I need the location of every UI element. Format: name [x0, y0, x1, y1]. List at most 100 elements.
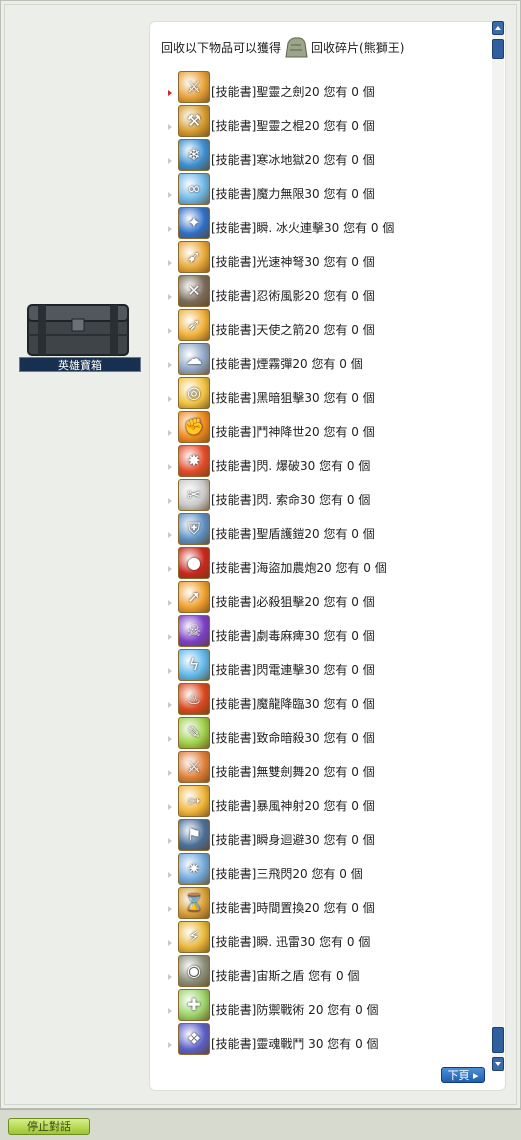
end-chat-button[interactable]: 停止對話	[8, 1118, 90, 1135]
bullet-icon	[168, 260, 172, 266]
shadow-skill-icon: ✕	[178, 275, 210, 307]
list-item[interactable]: ❄ [技能書]寒冰地獄20 您有 0 個	[159, 137, 479, 171]
list-item[interactable]: ✂ [技能書]閃. 索命30 您有 0 個	[159, 477, 479, 511]
scroll-down-button[interactable]	[492, 1057, 504, 1071]
list-item[interactable]: ⚔ [技能書]聖靈之劍20 您有 0 個	[159, 69, 479, 103]
list-item[interactable]: ⚒ [技能書]聖靈之棍20 您有 0 個	[159, 103, 479, 137]
list-item[interactable]: ● [技能書]海盜加農炮20 您有 0 個	[159, 545, 479, 579]
list-item[interactable]: ⚔ [技能書]無雙劍舞20 您有 0 個	[159, 749, 479, 783]
list-item[interactable]: ⚡ [技能書]瞬. 迅雷30 您有 0 個	[159, 919, 479, 953]
lightning-skill-icon: ϟ	[178, 649, 210, 681]
dialog-text-panel: 回收以下物品可以獲得 回收碎片(熊獅王) ⚔ [技能書]聖靈之劍20 您有 0 個…	[149, 21, 506, 1091]
time-skill-icon: ⌛	[178, 887, 210, 919]
bullet-icon	[168, 770, 172, 776]
dialog-header: 回收以下物品可以獲得 回收碎片(熊獅王)	[161, 35, 404, 59]
item-label: [技能書]聖靈之劍20 您有 0 個	[211, 85, 375, 99]
bullet-icon	[168, 566, 172, 572]
list-item[interactable]: ⚑ [技能書]瞬身迴避30 您有 0 個	[159, 817, 479, 851]
item-label: [技能書]防禦戰術 20 您有 0 個	[211, 1003, 379, 1017]
item-label: [技能書]光速神弩30 您有 0 個	[211, 255, 375, 269]
recycle-fragment-icon	[285, 37, 308, 58]
item-label: [技能書]聖靈之棍20 您有 0 個	[211, 119, 375, 133]
item-list: ⚔ [技能書]聖靈之劍20 您有 0 個 ⚒ [技能書]聖靈之棍20 您有 0 個 ❄[…	[159, 69, 479, 1055]
bullet-icon	[168, 668, 172, 674]
item-label: [技能書]無雙劍舞20 您有 0 個	[211, 765, 375, 779]
list-item[interactable]: ⌛ [技能書]時間置換20 您有 0 個	[159, 885, 479, 919]
list-item[interactable]: ➳ [技能書]暴風神射20 您有 0 個	[159, 783, 479, 817]
bullet-icon	[168, 192, 172, 198]
infinity-skill-icon: ∞	[178, 173, 210, 205]
list-item[interactable]: ✚ [技能書]防禦戰術 20 您有 0 個	[159, 987, 479, 1021]
bullet-icon	[168, 362, 172, 368]
item-label: [技能書]瞬. 冰火連擊30 您有 0 個	[211, 221, 395, 235]
item-label: [技能書]天使之箭20 您有 0 個	[211, 323, 375, 337]
bullet-icon	[168, 430, 172, 436]
scroll-thumb-lower[interactable]	[492, 1027, 504, 1053]
list-item[interactable]: ✊ [技能書]鬥神降世20 您有 0 個	[159, 409, 479, 443]
list-item[interactable]: ☁ [技能書]煙霧彈20 您有 0 個	[159, 341, 479, 375]
explosion-skill-icon: ✸	[178, 445, 210, 477]
bullet-icon	[168, 940, 172, 946]
list-item[interactable]: ◎ [技能書]黑暗狙擊30 您有 0 個	[159, 375, 479, 409]
item-label: [技能書]宙斯之盾 您有 0 個	[211, 969, 360, 983]
holy-shield-skill-icon: ⛨	[178, 513, 210, 545]
list-item[interactable]: ➶ [技能書]天使之箭20 您有 0 個	[159, 307, 479, 341]
bullet-icon	[168, 532, 172, 538]
item-label: [技能書]黑暗狙擊30 您有 0 個	[211, 391, 375, 405]
scroll-up-button[interactable]	[492, 21, 504, 35]
ice-skill-icon: ❄	[178, 139, 210, 171]
list-item[interactable]: ✎ [技能書]致命暗殺30 您有 0 個	[159, 715, 479, 749]
bullet-icon	[168, 464, 172, 470]
item-label: [技能書]寒冰地獄20 您有 0 個	[211, 153, 375, 167]
item-label: [技能書]煙霧彈20 您有 0 個	[211, 357, 363, 371]
list-item[interactable]: ✦ [技能書]瞬. 冰火連擊30 您有 0 個	[159, 205, 479, 239]
list-item[interactable]: ✕ [技能書]忍術風影20 您有 0 個	[159, 273, 479, 307]
bullet-icon	[168, 226, 172, 232]
item-label: [技能書]暴風神射20 您有 0 個	[211, 799, 375, 813]
bullet-icon	[168, 804, 172, 810]
item-label: [技能書]鬥神降世20 您有 0 個	[211, 425, 375, 439]
treasure-chest-icon	[27, 304, 129, 356]
list-item[interactable]: ✸ [技能書]閃. 爆破30 您有 0 個	[159, 443, 479, 477]
list-item[interactable]: ⛨ [技能書]聖盾護鎧20 您有 0 個	[159, 511, 479, 545]
scroll-thumb[interactable]	[492, 39, 504, 59]
list-item[interactable]: ◉ [技能書]宙斯之盾 您有 0 個	[159, 953, 479, 987]
header-prefix-text: 回收以下物品可以獲得	[161, 40, 282, 55]
bullet-icon	[168, 872, 172, 878]
list-item[interactable]: ➹ [技能書]光速神弩30 您有 0 個	[159, 239, 479, 273]
bullet-icon	[168, 498, 172, 504]
bullet-icon	[168, 396, 172, 402]
bullet-icon	[168, 906, 172, 912]
cannon-skill-icon: ●	[178, 547, 210, 579]
smoke-bomb-skill-icon: ☁	[178, 343, 210, 375]
list-item[interactable]: ∞ [技能書]魔力無限30 您有 0 個	[159, 171, 479, 205]
storm-shot-skill-icon: ➳	[178, 785, 210, 817]
scrollbar[interactable]	[492, 21, 504, 1071]
thunder-skill-icon: ⚡	[178, 921, 210, 953]
item-label: [技能書]瞬身迴避30 您有 0 個	[211, 833, 375, 847]
header-suffix-text: 回收碎片(熊獅王)	[311, 40, 405, 55]
list-item[interactable]: ☠ [技能書]劇毒麻痺30 您有 0 個	[159, 613, 479, 647]
item-label: [技能書]閃電連擊30 您有 0 個	[211, 663, 375, 677]
item-label: [技能書]靈魂戰鬥 30 您有 0 個	[211, 1037, 379, 1051]
list-item[interactable]: ➚ [技能書]必殺狙擊20 您有 0 個	[159, 579, 479, 613]
npc-name-label: 英雄寶箱	[19, 357, 141, 372]
bullet-icon	[168, 600, 172, 606]
item-label: [技能書]必殺狙擊20 您有 0 個	[211, 595, 375, 609]
evade-skill-icon: ⚑	[178, 819, 210, 851]
crossbow-skill-icon: ➹	[178, 241, 210, 273]
list-item[interactable]: ❖ [技能書]靈魂戰鬥 30 您有 0 個	[159, 1021, 479, 1055]
poison-skill-icon: ☠	[178, 615, 210, 647]
sword-dance-skill-icon: ⚔	[178, 751, 210, 783]
item-label: [技能書]魔力無限30 您有 0 個	[211, 187, 375, 201]
fire-ice-skill-icon: ✦	[178, 207, 210, 239]
mace-skill-icon: ⚒	[178, 105, 210, 137]
snipe-skill-icon: ➚	[178, 581, 210, 613]
item-label: [技能書]瞬. 迅雷30 您有 0 個	[211, 935, 371, 949]
list-item[interactable]: ✷ [技能書]三飛閃20 您有 0 個	[159, 851, 479, 885]
bullet-icon	[168, 838, 172, 844]
list-item[interactable]: ♨ [技能書]魔龍降臨30 您有 0 個	[159, 681, 479, 715]
item-label: [技能書]忍術風影20 您有 0 個	[211, 289, 375, 303]
list-item[interactable]: ϟ [技能書]閃電連擊30 您有 0 個	[159, 647, 479, 681]
next-page-button[interactable]: 下頁 ▸	[441, 1067, 485, 1083]
